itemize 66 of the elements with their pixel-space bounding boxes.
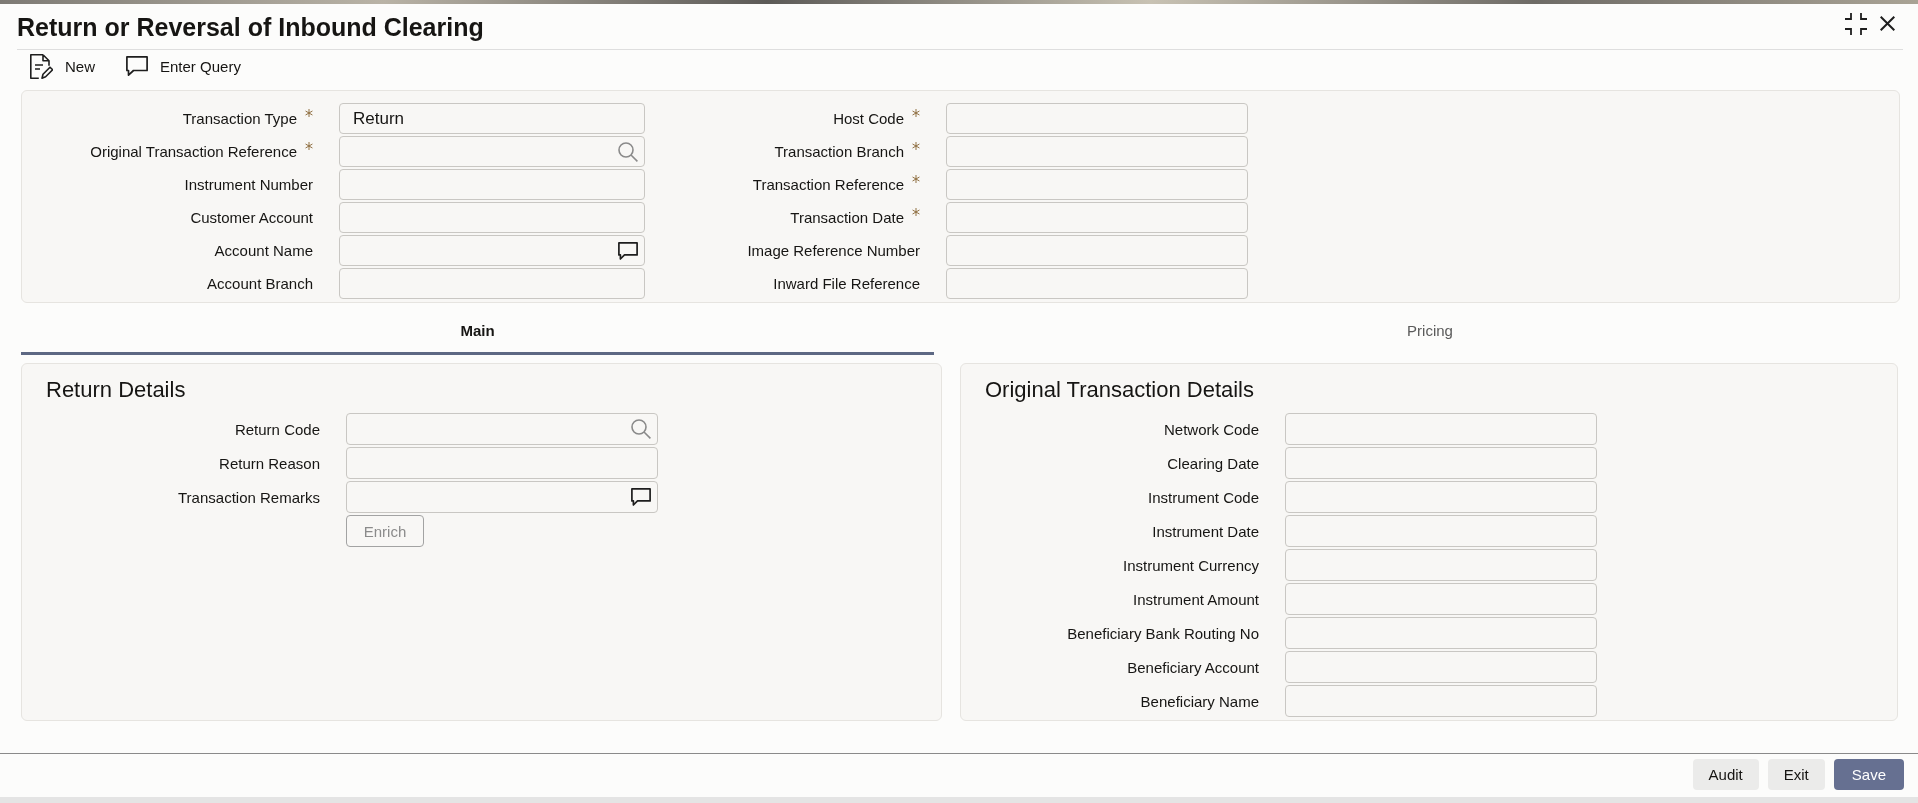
speech-bubble-icon[interactable] (631, 488, 651, 506)
field-label: Beneficiary Name (1140, 692, 1259, 710)
field-label: Transaction Type (182, 110, 297, 127)
input-field[interactable] (1285, 549, 1597, 581)
field-label: Transaction Date (790, 209, 904, 226)
new-button[interactable]: New (30, 53, 95, 79)
field-label: Network Code (1163, 420, 1259, 438)
input-field[interactable] (339, 202, 645, 233)
footer-button[interactable]: Exit (1767, 759, 1825, 790)
input-field[interactable] (946, 268, 1248, 299)
speech-bubble-icon[interactable] (618, 241, 638, 260)
field-label: Transaction Reference (752, 176, 904, 193)
tab[interactable]: Pricing (960, 311, 1900, 355)
field-label: Clearing Date (1167, 454, 1259, 472)
input-field[interactable] (1285, 617, 1597, 649)
field-label: Transaction Branch (774, 143, 904, 160)
input-field[interactable] (946, 136, 1248, 167)
field-label: Inward File Reference (773, 275, 920, 292)
field-label: Image Reference Number (747, 242, 920, 259)
close-icon[interactable] (1880, 16, 1895, 31)
field-label: Transaction Remarks (178, 488, 320, 506)
input-field[interactable] (1285, 583, 1597, 615)
input-field[interactable] (946, 202, 1248, 233)
field-label: Account Name (214, 242, 313, 259)
input-field[interactable] (946, 169, 1248, 200)
input-field[interactable] (346, 447, 658, 479)
field-label: Return Reason (219, 454, 320, 472)
field-label: Account Branch (207, 275, 313, 292)
input-field[interactable] (1285, 447, 1597, 479)
field-label: Beneficiary Account (1127, 658, 1259, 676)
input-field[interactable] (339, 169, 645, 200)
field-label: Instrument Code (1148, 488, 1259, 506)
field-label: Beneficiary Bank Routing No (1067, 624, 1259, 642)
speech-bubble-icon (126, 56, 148, 76)
input-field[interactable] (346, 413, 658, 445)
tab[interactable]: Main (21, 311, 934, 355)
section-title: Return Details (46, 377, 187, 403)
input-field[interactable] (946, 103, 1248, 134)
search-icon[interactable] (631, 419, 651, 439)
input-field[interactable] (1285, 481, 1597, 513)
field-label: Instrument Currency (1123, 556, 1259, 574)
window-title: Return or Reversal of Inbound Clearing (17, 11, 484, 42)
input-field[interactable] (339, 136, 645, 167)
document-edit-icon (30, 53, 53, 79)
field-label: Instrument Number (184, 176, 313, 193)
field-label: Return Code (234, 420, 320, 438)
field-label: Instrument Date (1152, 522, 1259, 540)
input-field[interactable] (339, 235, 645, 266)
footer-button[interactable]: Audit (1692, 759, 1759, 790)
section-title: Original Transaction Details (985, 377, 1255, 403)
input-field[interactable] (339, 268, 645, 299)
input-field[interactable] (1285, 413, 1597, 445)
input-field[interactable] (946, 235, 1248, 266)
field-label: Original Transaction Reference (90, 143, 297, 160)
search-icon[interactable] (618, 141, 638, 162)
field-label: Host Code (833, 110, 904, 127)
input-field[interactable] (1285, 685, 1597, 717)
input-field[interactable] (1285, 515, 1597, 547)
input-field[interactable]: Return (339, 103, 645, 134)
input-field[interactable] (346, 481, 658, 513)
footer-button[interactable]: Save (1833, 759, 1904, 790)
field-label: Customer Account (190, 209, 313, 226)
query-button[interactable]: Enter Query (126, 56, 241, 76)
corner-brackets-icon[interactable] (1845, 12, 1867, 35)
field-label: Instrument Amount (1133, 590, 1259, 608)
input-field[interactable] (1285, 651, 1597, 683)
